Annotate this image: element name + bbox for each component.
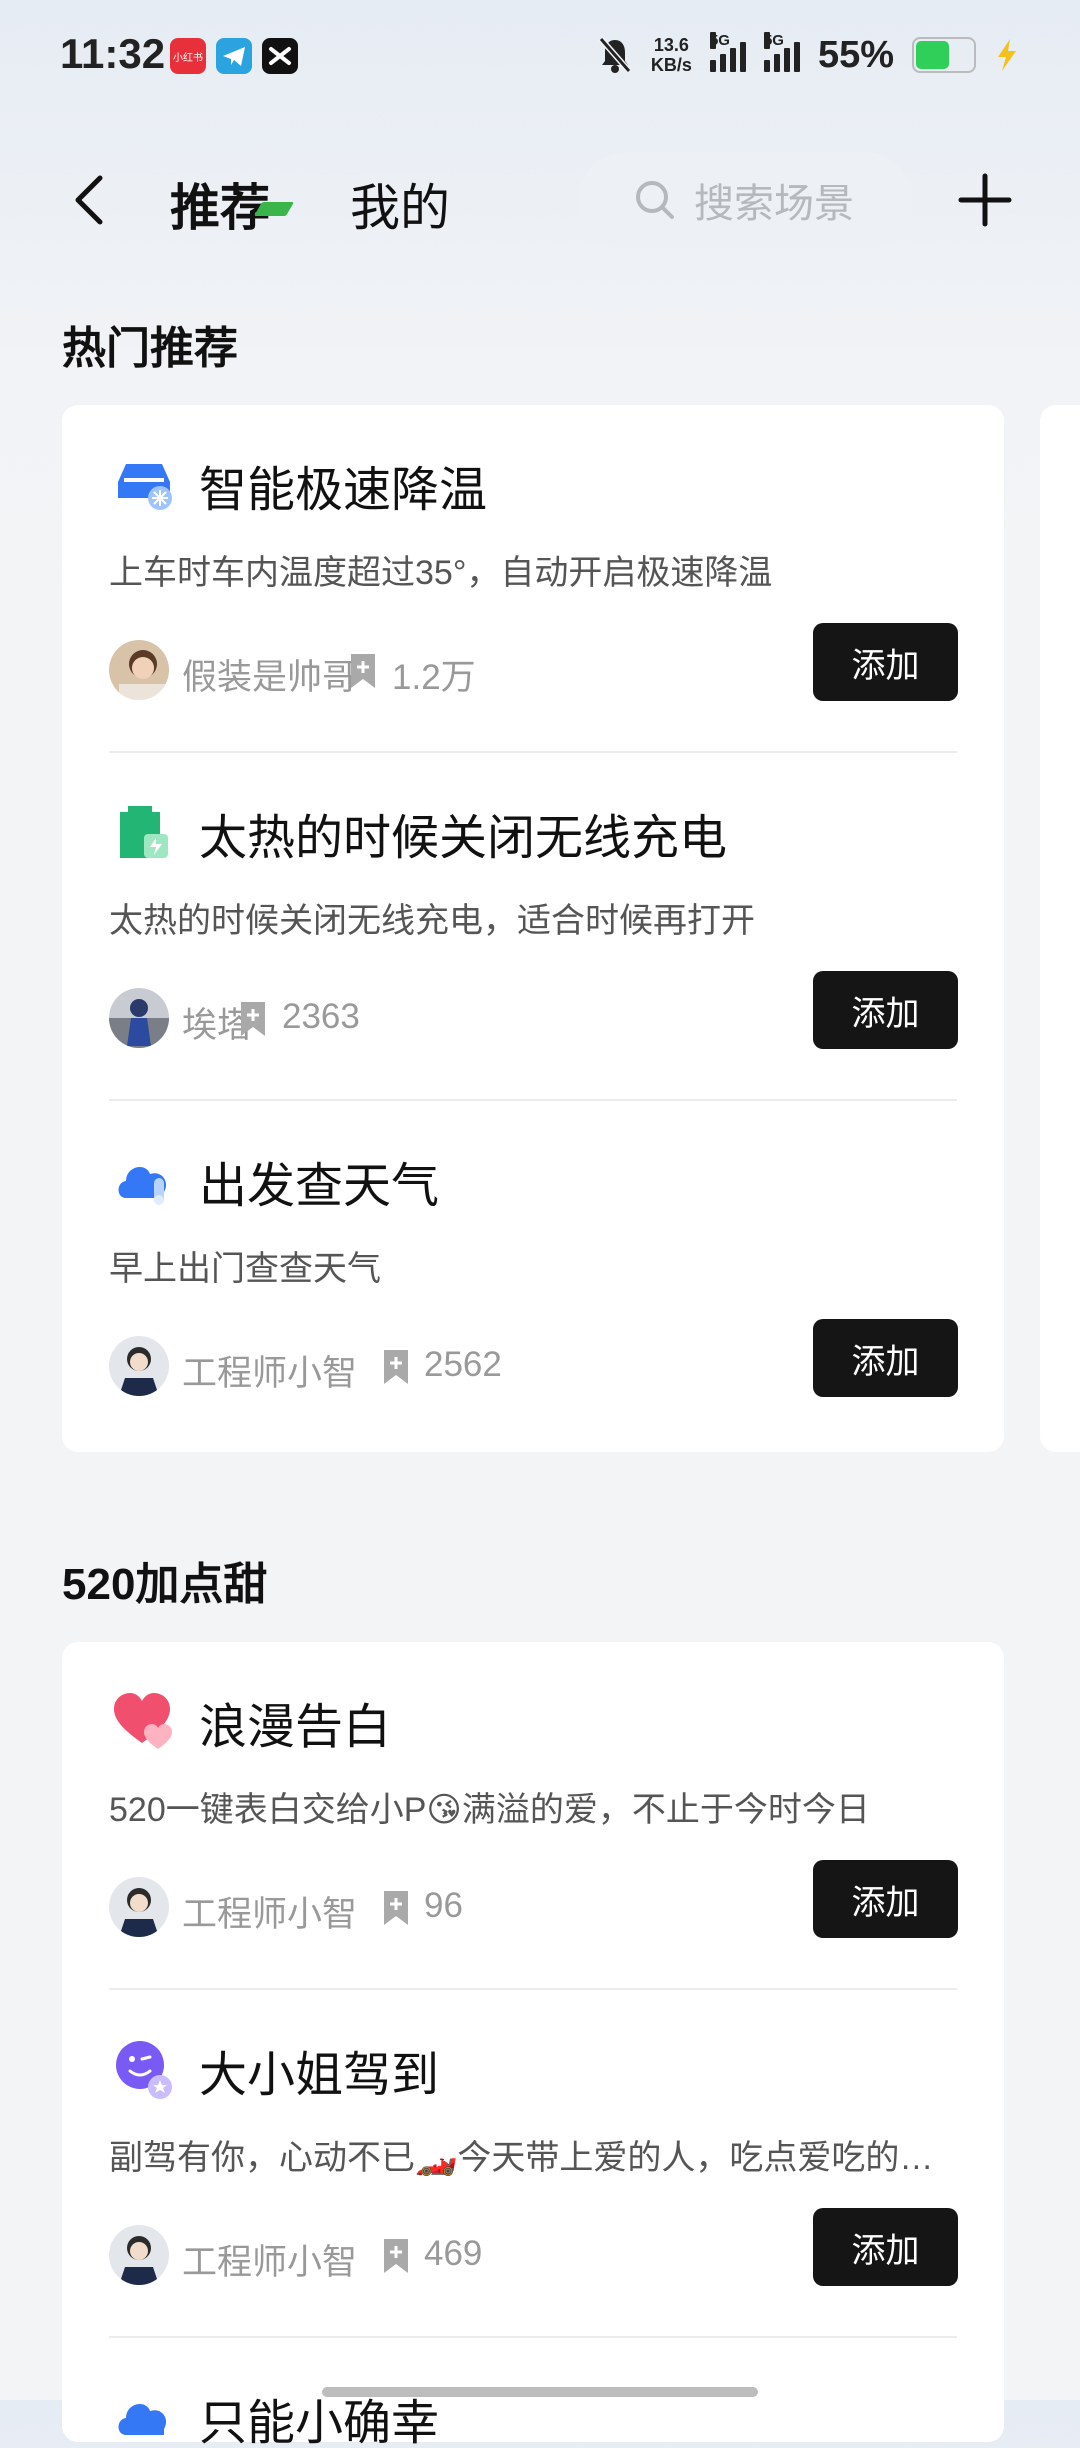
avatar [109, 2225, 169, 2285]
back-icon[interactable] [62, 170, 122, 230]
tab-recommend[interactable]: 推荐 [170, 168, 270, 240]
tab-mine[interactable]: 我的 [350, 168, 450, 240]
list-item[interactable]: 智能极速降温 上车时车内温度超过35°，自动开启极速降温 假装是帅哥 1.2万 … [62, 405, 1004, 753]
item-desc: 上车时车内温度超过35°，自动开启极速降温 [109, 554, 773, 592]
author-name: 假装是帅哥 [182, 658, 358, 697]
author-name: 工程师小智 [182, 1895, 358, 1934]
xiaohongshu-app-icon: 小红书 [170, 38, 206, 74]
item-title: 大小姐驾到 [199, 2049, 440, 2102]
bookmark-icon [241, 1002, 265, 1036]
telegram-app-icon [216, 38, 252, 74]
mute-bell-icon [598, 37, 632, 73]
status-bar: 11:32 小红书 13.6 KB/s 5G 5G 55% [0, 0, 1080, 110]
bookmark-icon [384, 1350, 408, 1384]
search-placeholder: 搜索场景 [694, 182, 854, 226]
capcut-app-icon [262, 38, 298, 74]
author-name: 工程师小智 [182, 1354, 358, 1393]
bookmark-icon [384, 1891, 408, 1925]
status-time: 11:32 [60, 30, 166, 77]
svg-text:小红书: 小红书 [173, 51, 203, 64]
card-hot: 智能极速降温 上车时车内温度超过35°，自动开启极速降温 假装是帅哥 1.2万 … [62, 405, 1004, 1452]
add-button[interactable]: 添加 [813, 1319, 958, 1397]
item-desc: 太热的时候关闭无线充电，适合时候再打开 [109, 902, 755, 940]
charging-icon [998, 39, 1016, 71]
list-item[interactable]: 浪漫告白 520一键表白交给小P😘满溢的爱，不止于今时今日 工程师小智 96 添… [62, 1642, 1004, 1990]
search-icon [636, 181, 674, 219]
list-item[interactable]: 太热的时候关闭无线充电 太热的时候关闭无线充电，适合时候再打开 埃塔 2363 … [62, 753, 1004, 1101]
item-title: 太热的时候关闭无线充电 [199, 812, 728, 865]
battery-percent: 55% [817, 33, 894, 76]
add-button[interactable]: 添加 [813, 971, 958, 1049]
list-item[interactable]: 出发查天气 早上出门查查天气 工程师小智 2562 添加 [62, 1101, 1004, 1449]
item-title: 出发查天气 [199, 1160, 440, 1213]
top-nav: 推荐 我的 搜索场景 [0, 140, 1080, 260]
car-cooling-icon [118, 464, 172, 510]
wink-face-icon [116, 2041, 172, 2099]
heart-icon [114, 1693, 172, 1749]
save-count: 2363 [282, 997, 360, 1036]
item-desc: 520一键表白交给小P😘满溢的爱，不止于今时今日 [109, 1791, 870, 1829]
avatar [109, 1336, 169, 1396]
add-icon[interactable] [955, 170, 1015, 230]
weather-cloud-icon [118, 1166, 167, 1205]
save-count: 96 [424, 1886, 463, 1925]
add-button[interactable]: 添加 [813, 1860, 958, 1938]
add-button[interactable]: 添加 [813, 623, 958, 701]
net-speed: 13.6 KB/s [650, 35, 692, 75]
avatar [109, 1877, 169, 1937]
item-title: 浪漫告白 [199, 1701, 392, 1754]
bookmark-icon [384, 2239, 408, 2273]
weather-cloud-icon [118, 2403, 167, 2435]
item-desc: 早上出门查查天气 [109, 1250, 381, 1288]
wireless-charging-icon [120, 806, 168, 858]
save-count: 469 [424, 2234, 483, 2273]
section-title-520: 520加点甜 [62, 1560, 268, 1609]
item-title: 智能极速降温 [199, 464, 488, 517]
avatar [109, 988, 169, 1048]
section-title-hot: 热门推荐 [62, 324, 238, 373]
save-count: 1.2万 [392, 658, 476, 697]
save-count: 2562 [424, 1345, 502, 1384]
add-button[interactable]: 添加 [813, 2208, 958, 2286]
author-name: 工程师小智 [182, 2243, 358, 2282]
search-bar[interactable]: 搜索场景 [578, 152, 913, 248]
next-card-peek[interactable] [1040, 405, 1080, 1452]
avatar [109, 640, 169, 700]
list-item[interactable]: 大小姐驾到 副驾有你，心动不已🏎️今天带上爱的人，吃点爱吃的… 工程师小智 46… [62, 1990, 1004, 2338]
signal-icon: 5G [709, 32, 746, 72]
home-indicator[interactable] [322, 2387, 758, 2397]
item-desc: 副驾有你，心动不已🏎️今天带上爱的人，吃点爱吃的… [109, 2139, 934, 2177]
active-tab-indicator [253, 202, 295, 216]
card-520: 浪漫告白 520一键表白交给小P😘满溢的爱，不止于今时今日 工程师小智 96 添… [62, 1642, 1004, 2448]
battery-icon [912, 37, 976, 73]
signal-icon-2: 5G [763, 32, 800, 72]
bookmark-icon [351, 654, 375, 688]
